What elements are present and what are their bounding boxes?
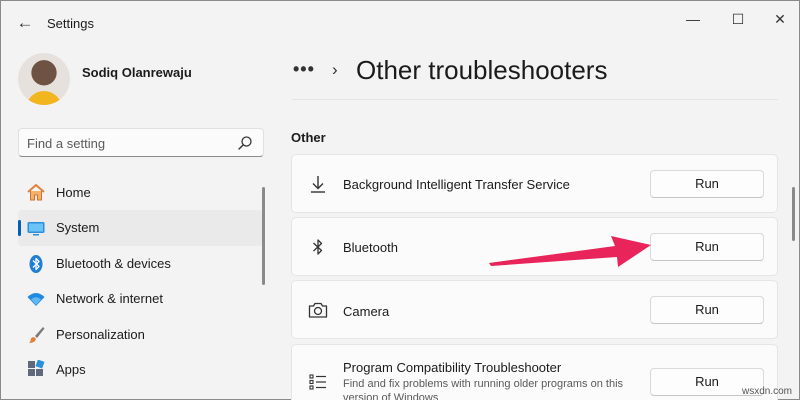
search-icon[interactable] [237, 135, 253, 151]
troubleshooter-card-camera: Camera Run [291, 280, 778, 339]
header-divider [292, 99, 778, 100]
avatar[interactable] [18, 53, 70, 105]
sidebar-item-label: Apps [56, 361, 86, 377]
bluetooth-icon [29, 254, 43, 273]
sidebar-item-label: Personalization [56, 326, 145, 342]
sidebar-item-network[interactable]: Network & internet [18, 281, 264, 316]
sidebar-item-label: Network & internet [56, 291, 163, 307]
troubleshooter-title: Camera [343, 304, 390, 319]
download-icon [311, 176, 325, 193]
maximize-button[interactable]: ☐ [728, 9, 748, 29]
troubleshooter-card-program-compatibility: Program Compatibility Troubleshooter Fin… [291, 344, 778, 400]
troubleshooter-title: Background Intelligent Transfer Service [343, 177, 570, 192]
apps-icon [28, 359, 45, 376]
search-input[interactable] [27, 133, 227, 153]
troubleshooter-title: Bluetooth [343, 240, 398, 255]
section-title: Other [291, 130, 326, 145]
run-button-bluetooth[interactable]: Run [650, 233, 764, 261]
breadcrumb-overflow-button[interactable]: ••• [293, 59, 315, 80]
watermark: wsxdn.com [742, 386, 793, 397]
sidebar-item-home[interactable]: Home [18, 175, 264, 210]
minimize-button[interactable]: — [683, 9, 703, 29]
paintbrush-icon [29, 326, 45, 343]
run-button-bits[interactable]: Run [650, 170, 764, 198]
bluetooth-icon [313, 239, 323, 255]
troubleshooter-title: Program Compatibility Troubleshooter [343, 360, 562, 375]
app-title: Settings [47, 16, 94, 31]
troubleshooter-description: Find and fix problems with running older… [343, 378, 624, 400]
back-arrow-icon[interactable]: ← [15, 13, 35, 33]
breadcrumb-separator-icon: › [332, 60, 338, 79]
title-bar: ← Settings — ☐ ✕ [1, 1, 799, 47]
sidebar-scrollbar[interactable] [262, 187, 265, 285]
home-icon [27, 184, 45, 201]
user-name: Sodiq Olanrewaju [82, 65, 192, 80]
sidebar-nav: Home System Bluetooth & devices Network … [18, 175, 264, 387]
content-scrollbar[interactable] [792, 187, 795, 241]
sidebar-item-label: System [56, 220, 100, 236]
troubleshooter-card-bits: Background Intelligent Transfer Service … [291, 154, 778, 213]
sidebar-item-bluetooth[interactable]: Bluetooth & devices [18, 246, 264, 281]
annotation-arrow [489, 236, 651, 267]
sidebar-item-label: Bluetooth & devices [56, 255, 171, 271]
system-icon [27, 222, 45, 236]
sidebar-item-label: Home [56, 185, 91, 200]
page-title: Other troubleshooters [356, 55, 608, 85]
program-list-icon [309, 374, 326, 390]
search-box[interactable] [18, 128, 264, 157]
sidebar-item-personalization[interactable]: Personalization [18, 317, 264, 352]
sidebar-item-system[interactable]: System [18, 210, 264, 246]
wifi-icon [27, 293, 45, 307]
close-button[interactable]: ✕ [770, 9, 790, 29]
sidebar-item-apps[interactable]: Apps [18, 352, 264, 387]
camera-icon [308, 302, 328, 318]
run-button-camera[interactable]: Run [650, 296, 764, 324]
